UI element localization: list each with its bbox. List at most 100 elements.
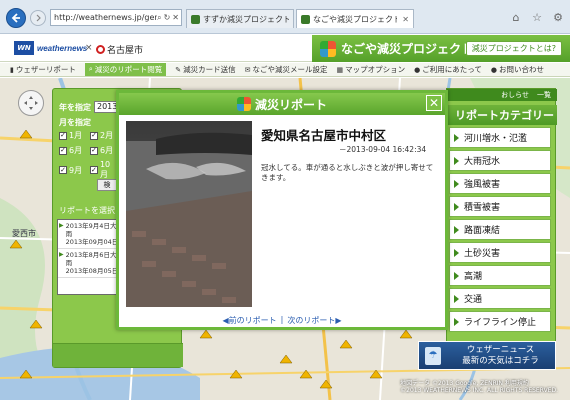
map-pan-control[interactable] — [18, 90, 44, 116]
browser-tab-nagoya[interactable]: なごや減災プロジェクト - ウェザ... ✕ — [296, 9, 414, 28]
category-item[interactable]: 積雪被害 — [449, 196, 551, 217]
tab-close-icon[interactable]: ✕ — [402, 15, 409, 24]
nav-item-report-view[interactable]: ⌕ 減災のリポート閲覧 — [84, 63, 167, 76]
about-project-button[interactable]: 減災プロジェクトとは? — [465, 41, 562, 56]
project-logo-icon — [320, 40, 336, 57]
report-date: 2013年09月04日 — [65, 238, 119, 246]
site-header: WN weathernews × 名古屋市 なごや減災プロジェクト 減災プロジェ… — [0, 35, 570, 62]
address-bar[interactable]: http://weathernews.jp/gens ⌕ ↻ ✕ — [50, 9, 182, 26]
category-label: ライフライン停止 — [464, 318, 537, 328]
report-modal: 減災リポート ✕ 愛知県名古屋市中村区 －2013-09-04 16:42:34… — [116, 90, 448, 330]
star-icon[interactable]: ☆ — [531, 11, 543, 24]
url-text[interactable]: http://weathernews.jp/gens — [54, 13, 157, 22]
modal-header: 減災リポート ✕ — [119, 93, 445, 115]
category-item[interactable]: 高潮 — [449, 265, 551, 286]
project-logo-icon — [236, 97, 251, 111]
site-favicon-icon — [191, 14, 200, 24]
month-checkbox[interactable]: ✓ 6月 — [59, 145, 87, 156]
checkbox-icon[interactable]: ✓ — [59, 146, 67, 155]
report-datetime: －2013-09-04 16:42:34 — [339, 145, 427, 154]
banner-line: ウェザーニュース — [466, 344, 535, 355]
checkbox-icon[interactable]: ✓ — [90, 166, 98, 174]
checkbox-label: 6月 — [100, 146, 114, 155]
category-item[interactable]: ライフライン停止 — [449, 311, 551, 332]
flooded-street-photo — [126, 121, 252, 307]
weathernews-banner[interactable]: ☂ ウェザーニュース 最新の天気はコチラ — [418, 341, 556, 370]
home-icon[interactable]: ⌂ — [510, 11, 522, 24]
modal-title: 減災リポート — [254, 97, 327, 112]
close-icon[interactable]: ✕ — [172, 13, 179, 22]
city-badge: 名古屋市 — [96, 43, 143, 56]
info-icon: ● — [490, 65, 497, 74]
month-checkbox[interactable]: ✓ 2月 — [90, 130, 118, 141]
category-label: 交通 — [464, 295, 483, 305]
report-title: 2013年9月4日大雨 — [65, 222, 117, 238]
search-icon[interactable]: ⌕ — [157, 13, 161, 23]
bookmark-icon: ▮ — [10, 65, 14, 74]
category-item[interactable]: 交通 — [449, 288, 551, 309]
category-item[interactable]: 路面凍結 — [449, 219, 551, 240]
category-item[interactable]: 土砂災害 — [449, 242, 551, 263]
month-checkbox[interactable]: ✓ 10月 — [90, 160, 118, 180]
year-label: 年を指定 — [59, 102, 91, 112]
report-photo[interactable] — [126, 121, 252, 307]
checkbox-icon[interactable]: ✓ — [90, 146, 98, 155]
weathernews-logo[interactable]: WN weathernews — [14, 41, 87, 55]
filter-panel-footer — [53, 343, 183, 367]
report-text: 冠水してる。車が通ると水しぶきと波が押し寄せてきます。 — [261, 163, 434, 182]
category-label: 土砂災害 — [464, 249, 501, 259]
refresh-icon[interactable]: ↻ — [164, 13, 171, 22]
copyright-line: ©2013 WEATHERNEWS INC. ALL RIGHTS RESERV… — [400, 387, 558, 394]
category-item[interactable]: 強風被害 — [449, 173, 551, 194]
report-location: 愛知県名古屋市中村区 — [261, 128, 387, 143]
city-mark-icon — [96, 45, 105, 54]
arrow-right-icon — [454, 225, 459, 234]
category-label: 強風被害 — [464, 180, 501, 190]
logo-text: weathernews — [37, 43, 88, 53]
map-icon: ▦ — [336, 65, 344, 74]
nav-item-weather-report[interactable]: ▮ ウェザーリポート — [10, 64, 76, 75]
next-report-link[interactable]: 次のリポート▶ — [287, 315, 341, 326]
nav-item-usage[interactable]: ● ご利用にあたって — [414, 64, 482, 75]
gear-icon[interactable]: ⚙ — [552, 11, 564, 24]
arrow-right-icon — [454, 271, 459, 280]
notice-link[interactable]: おしらせ — [501, 90, 529, 100]
nav-item-map-options[interactable]: ▦ マップオプション — [337, 64, 406, 75]
category-label: 路面凍結 — [464, 226, 501, 236]
back-button[interactable] — [6, 8, 26, 28]
nav-item-contact[interactable]: ● お問い合わせ — [491, 64, 544, 75]
map-place-label: 愛西市 — [12, 229, 36, 238]
search-button[interactable]: 検 — [97, 179, 117, 191]
checkbox-icon[interactable]: ✓ — [59, 166, 67, 174]
checkbox-icon[interactable]: ✓ — [90, 131, 98, 140]
report-list-item[interactable]: ▶ 2013年8月6日大雨 2013年08月05日 — [58, 249, 120, 278]
copyright-line: 地図データ ©2013 Google, ZENRIN 利用規約 — [400, 380, 529, 387]
month-checkbox[interactable]: ✓ 9月 — [59, 165, 87, 176]
project-title: なごや減災プロジェクト — [341, 42, 474, 56]
category-item[interactable]: 河川増水・氾濫 — [449, 127, 551, 148]
pan-arrows-icon — [24, 96, 38, 110]
report-list-item[interactable]: ▶ 2013年9月4日大雨 2013年09月04日 — [58, 220, 120, 249]
month-checkbox[interactable]: ✓ 6月 — [90, 145, 118, 156]
nav-item-mail-settings[interactable]: ✉ なごや減災メール設定 — [245, 64, 328, 75]
list-link[interactable]: 一覧 — [537, 90, 551, 100]
browser-tab-suzuka[interactable]: すずか減災プロジェクト - ウェザー... — [186, 9, 294, 28]
nav-label: 減災のリポート閲覧 — [94, 65, 163, 74]
separator: × — [85, 43, 93, 53]
arrow-right-icon — [454, 317, 459, 326]
weather-icon: ☂ — [425, 346, 441, 365]
nav-item-card-send[interactable]: ✎ 減災カード送信 — [175, 64, 235, 75]
city-name: 名古屋市 — [107, 46, 144, 56]
prev-report-link[interactable]: ◀前のリポート — [222, 315, 276, 326]
arrow-left-icon — [11, 13, 20, 23]
checkbox-icon[interactable]: ✓ — [59, 131, 67, 140]
report-list[interactable]: ▶ 2013年9月4日大雨 2013年09月04日 ▶ 2013年8月6日大雨 20… — [57, 219, 121, 295]
month-checkbox[interactable]: ✓ 1月 — [59, 130, 87, 141]
forward-button[interactable] — [30, 10, 46, 26]
pencil-icon: ✎ — [175, 65, 182, 74]
arrow-right-icon — [454, 202, 459, 211]
arrow-right-icon — [454, 133, 459, 142]
category-item[interactable]: 大雨冠水 — [449, 150, 551, 171]
wn-logo-icon: WN — [14, 41, 34, 55]
close-button[interactable]: ✕ — [426, 95, 442, 111]
